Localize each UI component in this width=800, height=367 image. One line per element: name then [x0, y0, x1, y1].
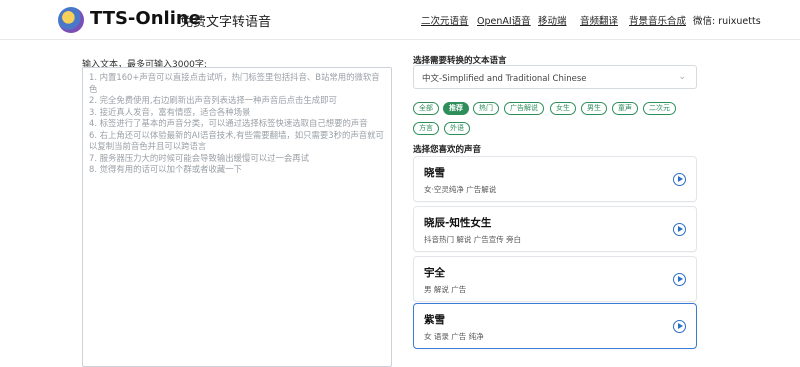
tag-all[interactable]: 全部 — [413, 102, 439, 115]
tag-dialect[interactable]: 方言 — [413, 122, 439, 135]
placeholder-line: 3. 接近真人发音，富有情感，适合各种场景 — [89, 106, 251, 117]
play-icon[interactable] — [673, 320, 686, 333]
tag-recommended[interactable]: 推荐 — [443, 102, 469, 115]
play-icon[interactable] — [673, 223, 686, 236]
voice-tags: 女·空灵纯净 广告解说 — [424, 185, 497, 194]
tag-male[interactable]: 男生 — [581, 102, 607, 115]
tag-anime[interactable]: 二次元 — [643, 102, 676, 115]
nav-link-audio-translate[interactable]: 音频翻译 — [580, 13, 618, 27]
language-select[interactable]: 中文-Simplified and Traditional Chinese ⌄ — [413, 65, 697, 89]
placeholder-line: 7. 服务器压力大的时候可能会导致输出缓慢可以过一会再试 — [89, 152, 310, 163]
placeholder-line: 8. 觉得有用的话可以加个群或者收藏一下 — [89, 164, 243, 174]
tag-female[interactable]: 女生 — [550, 102, 576, 115]
top-navbar: TTS-Online 免费文字转语音 二次元语音 OpenAI语音 移动端 音频… — [0, 0, 800, 40]
placeholder-line: 2. 完全免费使用,右边刷新出声音列表选择一种声音后点击生成即可 — [89, 95, 337, 105]
nav-link-mobile[interactable]: 移动端 — [538, 13, 567, 27]
voice-list-label: 选择您喜欢的声音 — [413, 145, 482, 155]
brand-subtitle: 免费文字转语音 — [180, 15, 272, 30]
tag-hot[interactable]: 热门 — [473, 102, 499, 115]
voice-card[interactable]: 晓辰-知性女生 抖音热门 解说 广告宣传 旁白 — [413, 206, 697, 252]
nav-link-openai-voice[interactable]: OpenAI语音 — [477, 13, 531, 27]
nav-link-bgm[interactable]: 背景音乐合成 — [629, 13, 686, 27]
nav-link-anime-voice[interactable]: 二次元语音 — [421, 13, 469, 27]
play-icon[interactable] — [673, 273, 686, 286]
voice-card-selected[interactable]: 紫雪 女 语录 广告 纯净 — [413, 303, 697, 349]
tag-foreign[interactable]: 外语 — [444, 122, 470, 135]
tag-ad-narration[interactable]: 广告解说 — [504, 102, 544, 115]
voice-name: 紫雪 — [424, 314, 445, 326]
logo-icon[interactable] — [58, 7, 84, 33]
voice-card[interactable]: 晓雪 女·空灵纯净 广告解说 — [413, 156, 697, 202]
voice-name: 宇全 — [424, 267, 445, 279]
voice-card[interactable]: 宇全 男 解说 广告 — [413, 256, 697, 302]
voice-name: 晓辰-知性女生 — [424, 217, 492, 229]
voice-tags: 男 解说 广告 — [424, 285, 467, 294]
voice-name: 晓雪 — [424, 167, 445, 179]
chevron-down-icon: ⌄ — [678, 72, 686, 82]
tag-child[interactable]: 童声 — [612, 102, 638, 115]
voice-tags: 抖音热门 解说 广告宣传 旁白 — [424, 235, 522, 244]
text-input-area[interactable]: 1. 内置160+声音可以直接点击试听，热门标签里包括抖音、B站常用的微软音色 … — [82, 67, 392, 367]
voice-tags: 女 语录 广告 纯净 — [424, 332, 484, 341]
placeholder-line: 6. 右上角还可以体验最新的AI语音技术,有些需要翻墙，如只需要3秒的声音就可以… — [89, 129, 384, 152]
language-selected-value: 中文-Simplified and Traditional Chinese — [422, 74, 587, 84]
play-icon[interactable] — [673, 173, 686, 186]
placeholder-line: 1. 内置160+声音可以直接点击试听，热门标签里包括抖音、B站常用的微软音色 — [89, 72, 380, 94]
wechat-contact: 微信: ruixuetts — [693, 16, 761, 27]
placeholder-line: 4. 标签进行了基本的声音分类，可以通过选择标签快速选取自己想要的声音 — [89, 118, 368, 128]
